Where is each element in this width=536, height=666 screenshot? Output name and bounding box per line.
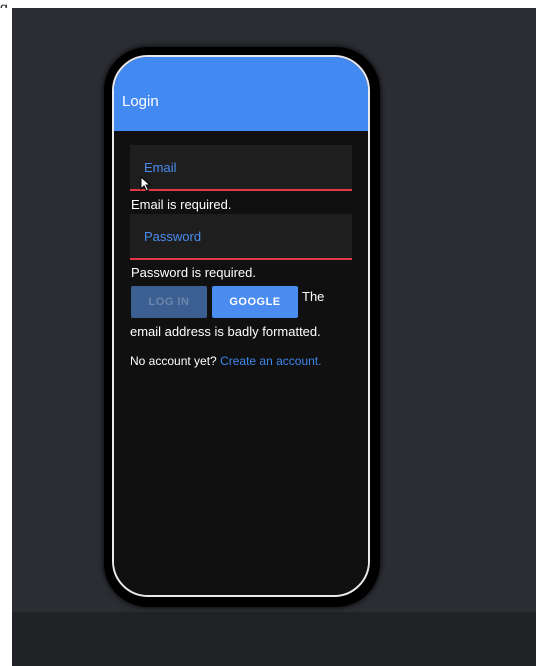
password-error-message: Password is required. [131, 265, 256, 280]
bottom-panel [12, 612, 536, 666]
password-field[interactable] [130, 214, 352, 260]
signup-text: No account yet? [130, 354, 217, 368]
auth-error-message-start: The [302, 289, 325, 304]
login-button[interactable]: LOG IN [131, 286, 207, 318]
page-title: Login [122, 93, 159, 110]
phone-frame: Login Email is required. Password is req… [112, 55, 370, 597]
app-toolbar: Login [114, 57, 368, 131]
email-error-message: Email is required. [131, 197, 232, 212]
email-input[interactable] [130, 145, 352, 189]
password-input[interactable] [130, 214, 352, 258]
auth-error-message: email address is badly formatted. [130, 324, 321, 339]
create-account-link[interactable]: Create an account. [220, 354, 321, 368]
top-cropped-text: g [0, 0, 8, 8]
login-content: Email is required. Password is required.… [114, 131, 368, 595]
google-login-button[interactable]: GOOGLE [212, 286, 298, 318]
signup-prompt: No account yet? Create an account. [130, 354, 330, 368]
mouse-cursor-icon [140, 176, 152, 192]
email-field[interactable] [130, 145, 352, 191]
